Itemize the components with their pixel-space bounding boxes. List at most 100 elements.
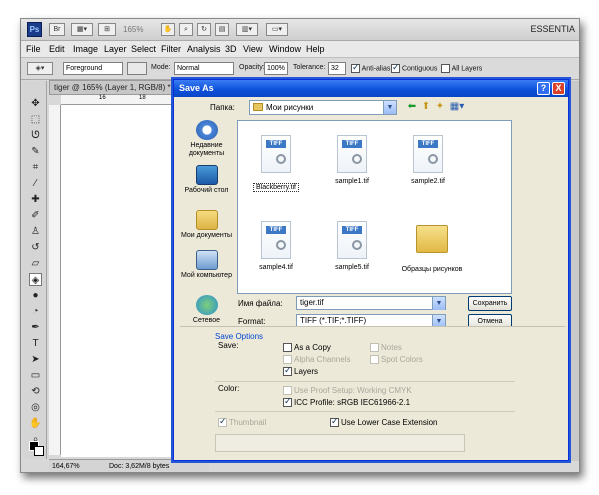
menu-select[interactable]: Select [131,44,156,54]
marquee-tool-icon[interactable]: ⬚ [29,113,42,126]
mode-select[interactable]: Normal [174,62,234,75]
folder-icon [253,103,263,111]
lasso-tool-icon[interactable]: ᘎ [29,129,42,142]
hand-tool-icon[interactable]: ✋ [161,23,175,36]
menu-window[interactable]: Window [269,44,301,54]
menu-filter[interactable]: Filter [161,44,181,54]
help-button[interactable]: ? [537,82,550,95]
3d-camera-tool-icon[interactable]: ◎ [29,401,42,414]
place-network[interactable]: Сетевое [179,295,234,325]
save-options-title: Save Options [215,332,264,341]
fill-source-select[interactable]: Foreground [63,62,123,75]
layers-checkbox[interactable]: Layers [283,365,318,377]
brush-tool-icon[interactable]: ✐ [29,209,42,222]
my-documents-icon [195,210,218,230]
close-button[interactable]: X [552,82,565,95]
icc-profile-check-icon[interactable] [283,396,292,408]
file-item[interactable]: TIFF sample4.tif [242,209,310,287]
menu-help[interactable]: Help [306,44,325,54]
menu-view[interactable]: View [243,44,262,54]
menu-file[interactable]: File [26,44,41,54]
bridge-button[interactable]: Br [49,23,65,36]
move-tool-icon[interactable]: ✥ [29,97,42,110]
path-select-tool-icon[interactable]: ➤ [29,353,42,366]
paint-bucket-preset-icon[interactable]: ◈▾ [27,62,53,75]
warning-area [215,434,465,452]
zoom-tool-icon[interactable]: ⌕ [179,23,193,36]
tiff-badge: TIFF [266,140,286,148]
paint-bucket-tool-icon[interactable]: ◈ [29,273,42,286]
all-layers-checkbox[interactable]: All Layers [441,64,482,73]
pen-tool-icon[interactable]: ✒ [29,321,42,334]
file-name: Образцы рисунков [401,266,463,273]
type-tool-icon[interactable]: T [29,337,42,350]
hand-tool-icon[interactable]: ✋ [29,417,42,430]
lowercase-extension-checkbox[interactable]: Use Lower Case Extension [330,416,438,428]
chevron-down-icon[interactable]: ▼ [383,101,396,114]
file-item[interactable]: TIFF sample2.tif [394,123,462,201]
menu-edit[interactable]: Edit [49,44,65,54]
screen-mode-icon[interactable]: ▭▾ [266,23,288,36]
3d-rotate-tool-icon[interactable]: ⟲ [29,385,42,398]
background-color-swatch[interactable] [34,446,44,456]
rotate-view-icon[interactable]: ↻ [197,23,211,36]
filename-input[interactable]: tiger.tif ▼ [296,296,446,310]
lowercase-extension-check-icon[interactable] [330,416,339,428]
as-copy-check-icon[interactable] [283,343,292,353]
all-layers-check-icon[interactable] [441,64,450,73]
file-item[interactable]: TIFF sample1.tif [318,123,386,201]
desktop-icon [195,165,218,185]
arrange-icon[interactable]: ▤ [215,23,229,36]
icc-profile-checkbox[interactable]: ICC Profile: sRGB IEC61966-2.1 [283,396,410,408]
dodge-tool-icon[interactable]: ◔ [29,305,42,318]
menu-image[interactable]: Image [73,44,98,54]
contiguous-label: Contiguous [401,65,438,73]
eraser-tool-icon[interactable]: ▱ [29,257,42,270]
menu-analysis[interactable]: Analysis [187,44,221,54]
contiguous-check-icon[interactable] [391,62,400,73]
ruler-mark: 18 [139,95,146,101]
new-folder-icon[interactable]: ✦ [434,101,446,113]
tools-panel: ✥ ⬚ ᘎ ✎ ⌗ ⁄ ✚ ✐ ♙ ↺ ▱ ◈ ● ◔ ✒ T ➤ ▭ ⟲ ◎ … [23,81,47,459]
zoom-level-icon[interactable]: ⊞ [98,23,116,36]
place-my-documents[interactable]: Мои документы [179,210,234,240]
place-recent[interactable]: Недавние документы [179,120,234,158]
view-menu-icon[interactable]: ▦▾ [448,101,466,113]
zoom-level[interactable]: 165% [123,25,143,34]
pattern-swatch[interactable] [127,62,147,75]
place-label: Рабочий стол [184,187,229,194]
stamp-tool-icon[interactable]: ♙ [29,225,42,238]
antialias-check-icon[interactable] [351,62,360,73]
contiguous-checkbox[interactable]: Contiguous [391,62,438,73]
lookin-select[interactable]: Мои рисунки ▼ [249,100,397,115]
chevron-down-icon[interactable]: ▼ [432,297,445,310]
history-brush-tool-icon[interactable]: ↺ [29,241,42,254]
arrange-documents-icon[interactable]: ▥▾ [236,23,258,36]
antialias-checkbox[interactable]: Anti-alias [351,62,390,73]
file-item[interactable]: TIFF Blackberry.tif [242,123,310,201]
view-extras-icon[interactable]: ▦▾ [71,23,93,36]
folder-item[interactable]: Образцы рисунков [394,209,470,287]
blur-tool-icon[interactable]: ● [29,289,42,302]
as-copy-label: As a Copy [294,343,331,352]
healing-tool-icon[interactable]: ✚ [29,193,42,206]
tolerance-input[interactable]: 32 [328,62,346,75]
crop-tool-icon[interactable]: ⌗ [29,161,42,174]
opacity-input[interactable]: 100% [264,62,288,75]
eyedropper-tool-icon[interactable]: ⁄ [29,177,42,190]
layers-check-icon[interactable] [283,365,292,377]
workspace-switcher[interactable]: ESSENTIA [530,24,575,34]
save-button[interactable]: Сохранить [468,296,512,311]
status-zoom[interactable]: 164,67% [52,460,80,472]
menu-layer[interactable]: Layer [104,44,127,54]
status-doc-size[interactable]: Doc: 3,62M/8 bytes [109,460,169,472]
shape-tool-icon[interactable]: ▭ [29,369,42,382]
back-icon[interactable]: ⬅ [406,101,418,113]
quick-select-tool-icon[interactable]: ✎ [29,145,42,158]
up-folder-icon[interactable]: ⬆ [420,101,432,113]
place-my-computer[interactable]: Мой компьютер [179,250,234,280]
as-copy-checkbox[interactable]: As a Copy [283,343,331,353]
menu-3d[interactable]: 3D [225,44,237,54]
place-desktop[interactable]: Рабочий стол [179,165,234,195]
file-item[interactable]: TIFF sample5.tif [318,209,386,287]
